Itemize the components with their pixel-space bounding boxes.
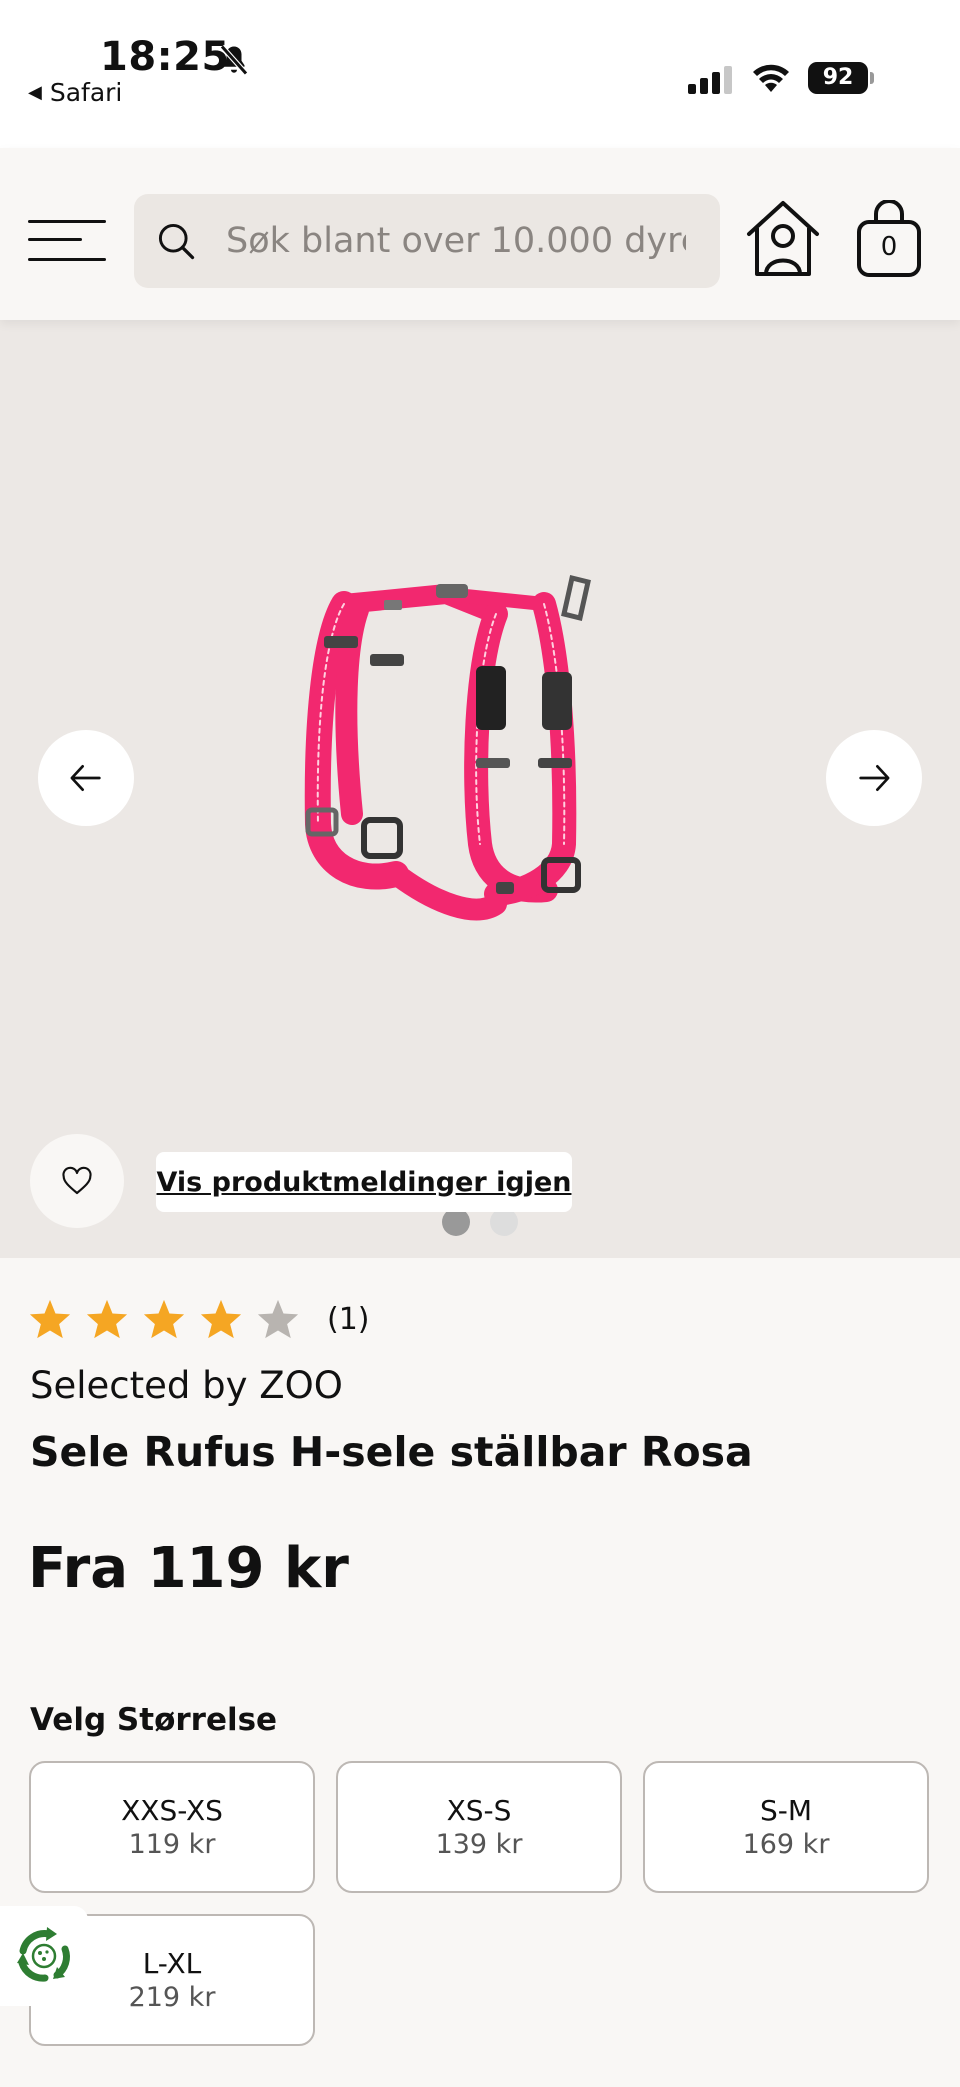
bell-slash-icon <box>220 44 248 76</box>
cart-count: 0 <box>880 232 898 262</box>
back-triangle-icon: ◀ <box>28 82 42 103</box>
size-name: S-M <box>759 1794 813 1827</box>
back-to-safari[interactable]: ◀ Safari <box>28 78 122 107</box>
size-name: XXS-XS <box>121 1794 223 1827</box>
product-gallery: Vis produktmeldinger igjen <box>0 320 960 1258</box>
previous-image-button[interactable] <box>38 730 134 826</box>
star-filled-icon <box>29 1299 71 1339</box>
star-filled-icon <box>86 1299 128 1339</box>
product-image-harness <box>304 574 591 921</box>
size-heading: Velg Størrelse <box>30 1702 278 1738</box>
arrow-left-icon <box>70 765 101 791</box>
size-price: 169 kr <box>742 1829 830 1860</box>
battery-icon: 92 <box>808 62 876 94</box>
star-filled-icon <box>200 1299 242 1339</box>
size-name: L-XL <box>142 1947 202 1980</box>
eco-badge[interactable] <box>0 1906 88 2006</box>
size-name: XS-S <box>446 1794 512 1827</box>
site-header: 0 <box>0 148 960 320</box>
size-price: 219 kr <box>128 1982 216 2013</box>
size-price: 139 kr <box>435 1829 523 1860</box>
product-title: Sele Rufus H-sele ställbar Rosa <box>30 1428 753 1476</box>
arrow-right-icon <box>859 765 890 791</box>
size-option-xs-s[interactable]: XS-S 139 kr <box>336 1761 622 1893</box>
battery-level: 92 <box>808 62 868 94</box>
recycle-icon <box>17 1927 70 1982</box>
favorite-button[interactable] <box>30 1134 124 1228</box>
size-price: 119 kr <box>128 1829 216 1860</box>
search-bar[interactable] <box>134 194 720 288</box>
product-price: Fra 119 kr <box>28 1536 349 1601</box>
home-icon[interactable] <box>744 198 822 278</box>
gallery-dot-active[interactable] <box>442 1208 470 1236</box>
heart-icon <box>62 1166 92 1195</box>
wifi-icon <box>753 64 789 92</box>
star-empty-icon <box>257 1299 299 1339</box>
status-bar: 18:25 ◀ Safari 92 <box>0 0 960 148</box>
search-input[interactable] <box>226 221 686 261</box>
next-image-button[interactable] <box>826 730 922 826</box>
gallery-dot[interactable] <box>490 1208 518 1236</box>
status-time: 18:25 <box>100 34 230 80</box>
menu-icon[interactable] <box>28 216 106 266</box>
size-option-xxs-xs[interactable]: XXS-XS 119 kr <box>29 1761 315 1893</box>
search-icon <box>158 223 195 260</box>
product-rating[interactable]: (1) <box>28 1298 370 1340</box>
back-app-label: Safari <box>49 78 123 107</box>
rating-count: (1) <box>327 1301 370 1337</box>
product-brand[interactable]: Selected by ZOO <box>30 1364 343 1407</box>
size-option-s-m[interactable]: S-M 169 kr <box>643 1761 929 1893</box>
star-filled-icon <box>143 1299 185 1339</box>
show-product-notifications-link[interactable]: Vis produktmeldinger igjen <box>156 1152 572 1212</box>
signal-icon <box>688 66 732 94</box>
